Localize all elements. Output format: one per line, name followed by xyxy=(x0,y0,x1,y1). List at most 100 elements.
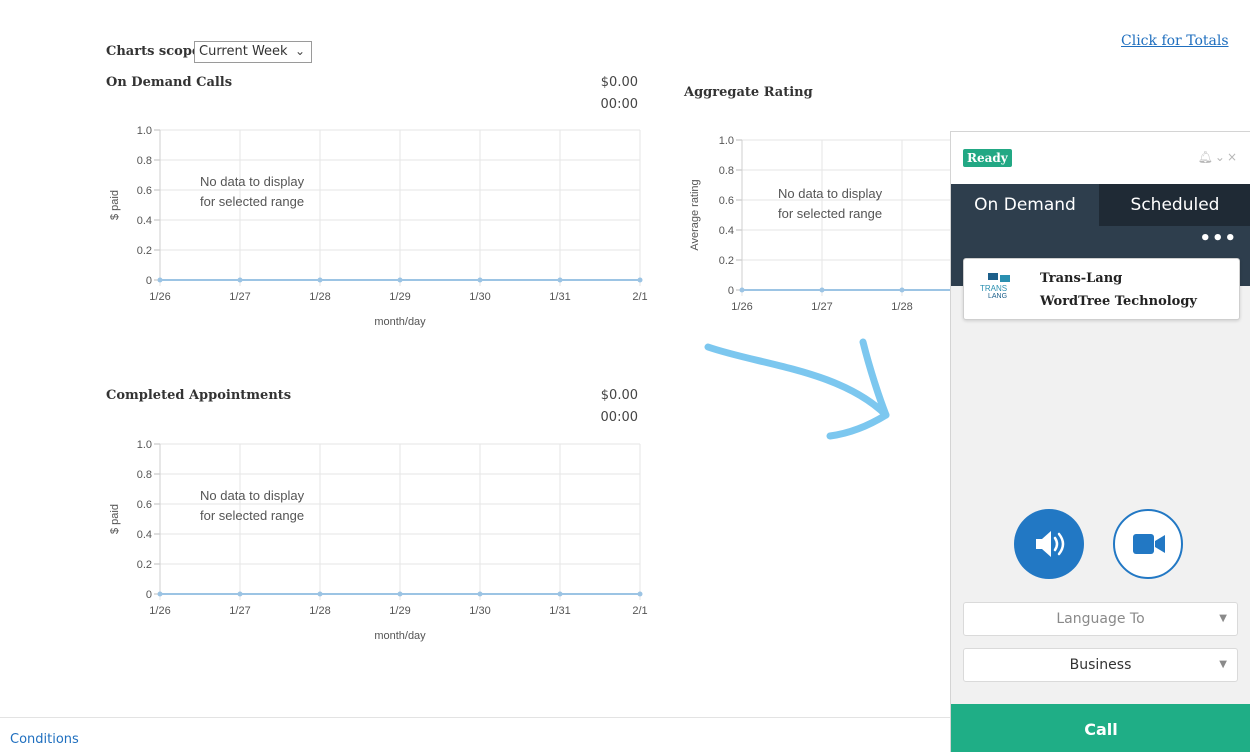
aggregate-rating-title: Aggregate Rating xyxy=(684,85,813,100)
status-badge: Ready xyxy=(963,149,1012,167)
more-options-icon[interactable]: ••• xyxy=(1199,228,1237,249)
empty-message: No data to display xyxy=(778,186,883,201)
y-tick-label: 0.2 xyxy=(137,559,152,571)
x-tick-label: 1/26 xyxy=(149,605,170,617)
audio-call-button[interactable] xyxy=(1014,509,1084,579)
dropdown-arrow-icon: ▼ xyxy=(1219,659,1227,670)
data-point xyxy=(557,591,563,597)
y-tick-label: 0.2 xyxy=(719,255,734,267)
x-tick-label: 1/27 xyxy=(229,291,250,303)
x-tick-label: 1/30 xyxy=(469,291,490,303)
chevron-down-icon: ⌄ xyxy=(294,44,305,58)
completed-appointments-chart: 0 0.2 0.4 0.6 0.8 1.0 1/26 1/27 1/28 1/29 1/30 1/31… xyxy=(109,439,648,642)
y-tick-label: 1.0 xyxy=(137,125,152,137)
speaker-icon xyxy=(1036,531,1065,557)
x-axis-label: month/day xyxy=(374,630,426,642)
language-to-placeholder: Language To xyxy=(1056,611,1145,627)
x-tick-label: 2/1 xyxy=(632,291,647,303)
y-tick-label: 0 xyxy=(728,285,734,297)
y-tick-label: 0.8 xyxy=(137,469,152,481)
x-axis-label: month/day xyxy=(374,316,426,328)
category-select[interactable]: Business ▼ xyxy=(963,648,1238,682)
data-point xyxy=(477,591,483,597)
y-tick-label: 0 xyxy=(146,589,152,601)
video-camera-icon xyxy=(1133,534,1165,554)
provider-card[interactable]: TRANS LANG Trans-Lang WordTree Technolog… xyxy=(963,258,1240,320)
empty-message: for selected range xyxy=(200,194,304,209)
y-tick-label: 0.2 xyxy=(137,245,152,257)
widget-header-controls: 🔔︎⌄× xyxy=(1198,150,1239,164)
y-tick-label: 0.6 xyxy=(137,185,152,197)
x-tick-label: 1/28 xyxy=(309,291,330,303)
x-tick-label: 1/29 xyxy=(389,291,410,303)
data-point xyxy=(637,591,643,597)
dropdown-arrow-icon: ▼ xyxy=(1219,613,1227,624)
data-point xyxy=(397,277,403,283)
charts-scope-value: Current Week xyxy=(199,44,288,59)
completed-duration: 00:00 xyxy=(600,410,638,425)
y-axis-label: $ paid xyxy=(109,190,121,220)
data-point xyxy=(397,591,403,597)
provider-logo: TRANS LANG xyxy=(980,273,1010,300)
completed-amount: $0.00 xyxy=(600,388,638,403)
annotation-arrow xyxy=(704,338,890,440)
x-tick-label: 1/26 xyxy=(731,301,752,313)
data-point xyxy=(637,277,643,283)
data-point xyxy=(317,591,323,597)
chevron-down-icon[interactable]: ⌄ xyxy=(1215,150,1227,164)
y-tick-label: 0.4 xyxy=(137,529,152,541)
close-icon[interactable]: × xyxy=(1227,150,1239,164)
x-tick-label: 1/31 xyxy=(549,291,570,303)
call-button[interactable]: Call xyxy=(951,704,1250,752)
svg-text:TRANS: TRANS xyxy=(980,284,1007,293)
data-point xyxy=(557,277,563,283)
y-tick-label: 1.0 xyxy=(137,439,152,451)
on-demand-calls-chart: 0 0.2 0.4 0.6 0.8 1.0 1/26 1/27 1/28 1/29 1/30 1/31… xyxy=(109,125,648,328)
x-tick-label: 1/29 xyxy=(389,605,410,617)
y-tick-label: 0.6 xyxy=(137,499,152,511)
data-point xyxy=(899,287,905,293)
x-tick-label: 1/28 xyxy=(309,605,330,617)
data-point xyxy=(477,277,483,283)
x-tick-label: 1/27 xyxy=(229,605,250,617)
tab-scheduled[interactable]: Scheduled xyxy=(1099,184,1250,226)
completed-appointments-title: Completed Appointments xyxy=(106,388,292,403)
empty-message: for selected range xyxy=(778,206,882,221)
y-tick-label: 0.8 xyxy=(719,165,734,177)
y-tick-label: 0.8 xyxy=(137,155,152,167)
charts-scope-label: Charts scope xyxy=(106,44,201,59)
conditions-link[interactable]: Conditions xyxy=(10,732,79,747)
y-tick-label: 0.4 xyxy=(137,215,152,227)
y-tick-label: 1.0 xyxy=(719,135,734,147)
category-value: Business xyxy=(1069,657,1132,673)
aggregate-rating-chart: 0 0.2 0.4 0.6 0.8 1.0 1/26 1/27 1/28 No data to d… xyxy=(689,135,960,313)
data-point xyxy=(317,277,323,283)
click-for-totals-link[interactable]: Click for Totals xyxy=(1121,33,1229,49)
x-tick-label: 1/31 xyxy=(549,605,570,617)
x-tick-label: 1/30 xyxy=(469,605,490,617)
provider-company: WordTree Technology xyxy=(1040,294,1197,309)
language-to-select[interactable]: Language To ▼ xyxy=(963,602,1238,636)
on-demand-amount: $0.00 xyxy=(600,75,638,90)
y-tick-label: 0.4 xyxy=(719,225,734,237)
charts-scope-select[interactable]: Current Week ⌄ xyxy=(194,41,312,63)
on-demand-calls-title: On Demand Calls xyxy=(106,75,233,90)
svg-text:LANG: LANG xyxy=(988,293,1007,300)
provider-name: Trans-Lang xyxy=(1040,271,1123,286)
data-point xyxy=(237,591,243,597)
y-tick-label: 0 xyxy=(146,275,152,287)
bell-icon[interactable]: 🔔︎ xyxy=(1198,150,1215,164)
empty-message: for selected range xyxy=(200,508,304,523)
data-point xyxy=(157,591,163,597)
on-demand-duration: 00:00 xyxy=(600,97,638,112)
tab-on-demand[interactable]: On Demand xyxy=(951,184,1099,226)
empty-message: No data to display xyxy=(200,174,305,189)
y-axis-label: $ paid xyxy=(109,504,121,534)
call-widget: Ready 🔔︎⌄× On Demand Scheduled ••• TRANS… xyxy=(950,131,1250,752)
widget-header: Ready 🔔︎⌄× xyxy=(951,132,1250,184)
video-call-button[interactable] xyxy=(1113,509,1183,579)
widget-tabs: On Demand Scheduled xyxy=(951,184,1250,226)
x-tick-label: 2/1 xyxy=(632,605,647,617)
x-tick-label: 1/28 xyxy=(891,301,912,313)
x-tick-label: 1/27 xyxy=(811,301,832,313)
